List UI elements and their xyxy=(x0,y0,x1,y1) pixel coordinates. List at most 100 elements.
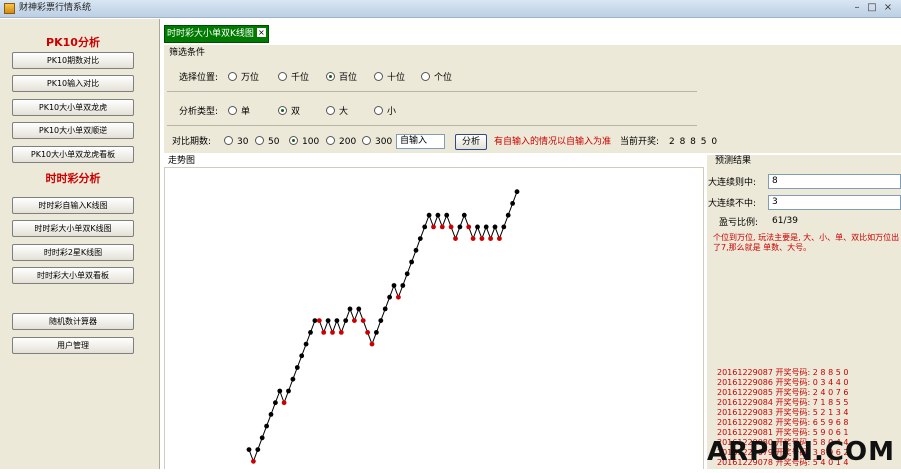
radio-period-200[interactable]: 200 xyxy=(326,136,356,148)
trend-point xyxy=(352,318,357,323)
ssc-size-parity-kline-button[interactable]: 时时彩大小单双K线图 xyxy=(12,220,134,237)
radio-type-odd[interactable]: 单 xyxy=(228,106,250,118)
tab-label: 时时彩大小单双K线图 xyxy=(167,29,254,39)
trend-point xyxy=(426,212,432,218)
current-draw-value: 2 8 8 5 0 xyxy=(669,137,719,147)
trend-point xyxy=(417,236,423,241)
trend-point xyxy=(448,224,454,230)
radio-icon xyxy=(224,136,233,145)
trend-point xyxy=(303,341,309,347)
close-button[interactable]: × xyxy=(882,2,894,14)
trend-point xyxy=(497,236,502,241)
radio-icon xyxy=(421,72,430,81)
pk10-period-compare-button[interactable]: PK10期数对比 xyxy=(12,52,134,69)
pk10-dragon-tiger-button[interactable]: PK10大小单双龙虎 xyxy=(12,99,134,116)
trend-point xyxy=(479,236,485,241)
trend-point xyxy=(369,341,375,347)
trend-point xyxy=(382,306,388,312)
trend-point xyxy=(277,388,283,394)
analyze-button[interactable]: 分析 xyxy=(455,134,487,150)
ratio-label: 盈亏比例: xyxy=(719,218,759,228)
trend-point xyxy=(387,294,392,300)
trend-point xyxy=(268,412,274,417)
trend-point xyxy=(347,306,353,312)
trend-chart xyxy=(246,189,520,464)
radio-period-50[interactable]: 50 xyxy=(255,136,279,148)
trend-point xyxy=(488,236,493,241)
pk10-board-button[interactable]: PK10大小单双龙虎看板 xyxy=(12,146,134,163)
pk10-heading: PK10分析 xyxy=(46,36,100,49)
trend-point xyxy=(286,388,291,394)
pk10-order-button[interactable]: PK10大小单双顺逆 xyxy=(12,122,134,139)
trend-point xyxy=(457,224,463,230)
trend-point xyxy=(338,330,344,335)
trend-point xyxy=(330,330,335,335)
radio-type-big[interactable]: 大 xyxy=(326,106,348,118)
trend-chart-area xyxy=(164,167,704,469)
trend-point xyxy=(461,212,467,218)
radio-type-even[interactable]: 双 xyxy=(278,106,300,118)
max-hit-value[interactable]: 8 xyxy=(768,174,901,189)
max-miss-label: 大连续不中: xyxy=(708,199,757,209)
minimize-button[interactable]: – xyxy=(851,2,863,14)
trend-point xyxy=(308,330,313,335)
radio-type-small[interactable]: 小 xyxy=(374,106,396,118)
radio-icon xyxy=(362,136,371,145)
ssc-2star-kline-button[interactable]: 时时彩2星K线图 xyxy=(12,244,134,261)
trend-point xyxy=(466,224,472,230)
trend-point xyxy=(312,318,318,323)
radio-icon xyxy=(326,106,335,115)
radio-icon xyxy=(326,136,335,145)
trend-point xyxy=(505,212,511,218)
trend-point xyxy=(409,259,414,265)
app-icon xyxy=(4,3,15,14)
ssc-custom-kline-button[interactable]: 时时彩自输入K线图 xyxy=(12,197,134,214)
trend-point xyxy=(435,212,441,218)
periods-label: 对比期数: xyxy=(172,137,212,147)
watermark: ARPUN.COM xyxy=(706,437,895,467)
trend-point xyxy=(501,224,507,230)
trend-point xyxy=(299,353,305,359)
user-management-button[interactable]: 用户管理 xyxy=(12,337,134,354)
max-miss-value[interactable]: 3 xyxy=(768,195,901,210)
radio-icon xyxy=(228,72,237,81)
radio-icon xyxy=(278,106,287,115)
prediction-note: 个位到万位, 玩法主要是, 大、小、单、双比如万位出了7,那么就是 单数、大号。 xyxy=(713,233,900,252)
custom-input-hint: 有自输入的情况以自输入为准 xyxy=(494,137,612,147)
filter-title: 筛选条件 xyxy=(169,48,206,58)
trend-point xyxy=(259,435,265,441)
random-calculator-button[interactable]: 随机数计算器 xyxy=(12,313,134,330)
radio-period-30[interactable]: 30 xyxy=(224,136,248,148)
trend-point xyxy=(316,318,322,323)
maximize-button[interactable]: □ xyxy=(866,2,878,14)
radio-position-shi[interactable]: 十位 xyxy=(374,72,405,84)
radio-period-100[interactable]: 100 xyxy=(289,136,319,148)
trend-point xyxy=(404,271,410,277)
trend-point xyxy=(246,447,252,452)
trend-point xyxy=(325,318,331,323)
radio-position-ge[interactable]: 个位 xyxy=(421,72,452,84)
tab-close-icon[interactable]: × xyxy=(256,28,266,37)
list-item: 20161229086 开奖号码: 0 3 4 4 0 xyxy=(717,378,849,387)
trend-point xyxy=(439,224,445,230)
trend-point xyxy=(396,294,401,300)
max-hit-label: 大连续则中: xyxy=(708,178,757,188)
trend-line xyxy=(248,191,518,463)
radio-position-bai[interactable]: 百位 xyxy=(326,72,357,84)
radio-position-qian[interactable]: 千位 xyxy=(278,72,309,84)
trend-point xyxy=(356,306,362,312)
trend-point xyxy=(343,318,349,323)
trend-point xyxy=(400,283,406,288)
sidebar: PK10分析 PK10期数对比 PK10输入对比 PK10大小单双龙虎 PK10… xyxy=(0,19,160,469)
pk10-input-compare-button[interactable]: PK10输入对比 xyxy=(12,75,134,92)
custom-period-input[interactable]: 自输入 xyxy=(396,134,445,149)
radio-period-300[interactable]: 300 xyxy=(362,136,392,148)
tab-ssc-kline[interactable]: 时时彩大小单双K线图 × xyxy=(164,25,269,43)
list-item: 20161229087 开奖号码: 2 8 8 5 0 xyxy=(717,368,849,377)
list-item: 20161229085 开奖号码: 2 4 0 7 6 xyxy=(717,388,849,397)
radio-position-wan[interactable]: 万位 xyxy=(228,72,259,84)
trend-point xyxy=(378,318,384,323)
trend-point xyxy=(255,447,261,452)
trend-point xyxy=(422,224,428,230)
ssc-board-button[interactable]: 时时彩大小单双看板 xyxy=(12,267,134,284)
